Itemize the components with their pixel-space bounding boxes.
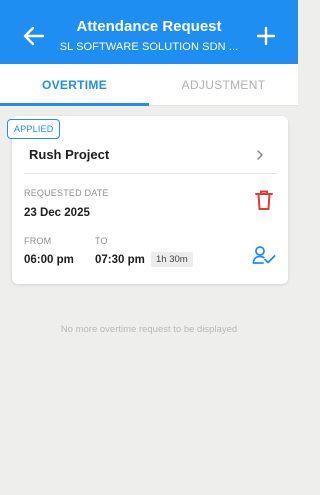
from-time: 06:00 pm [24,254,74,266]
back-button[interactable] [20,22,48,50]
to-time: 07:30 pm [95,254,145,266]
from-label: FROM [24,236,52,246]
duration-badge: 1h 30m [151,252,193,267]
project-name: Rush Project [29,147,110,162]
empty-list-message: No more overtime request to be displayed [60,324,238,335]
plus-icon [256,26,276,46]
app-bar: Attendance Request SL SOFTWARE SOLUTION … [0,0,298,64]
arrow-left-icon [23,26,45,46]
header-titles: Attendance Request SL SOFTWARE SOLUTION … [56,18,242,54]
chevron-right-icon [257,150,263,160]
trash-icon[interactable] [254,189,274,211]
tab-bar: OVERTIME ADJUSTMENT [0,64,298,106]
divider [24,173,276,174]
project-row[interactable]: Rush Project [12,137,276,173]
requested-date-value: 23 Dec 2025 [24,207,90,219]
page-title: Attendance Request [76,18,222,35]
to-label: TO [95,236,108,246]
user-check-icon[interactable] [252,245,276,265]
add-request-button[interactable] [252,22,280,50]
tab-overtime[interactable]: OVERTIME [0,64,149,105]
company-name: SL SOFTWARE SOLUTION SDN ... [59,41,239,53]
tab-adjustment[interactable]: ADJUSTMENT [149,64,298,105]
active-tab-indicator [0,103,149,106]
requested-date-label: REQUESTED DATE [24,188,109,198]
status-badge: APPLIED [7,119,61,139]
